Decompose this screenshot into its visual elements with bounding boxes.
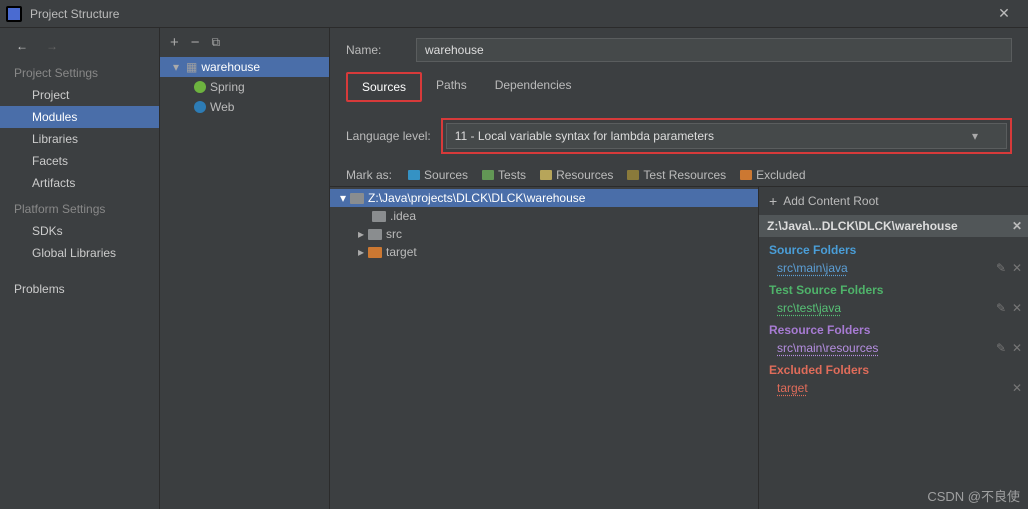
- excluded-folder-item[interactable]: target ✕: [759, 379, 1028, 397]
- excluded-folders-title: Excluded Folders: [759, 357, 1028, 379]
- add-content-root-icon[interactable]: +: [769, 193, 777, 209]
- remove-icon[interactable]: ✕: [1012, 381, 1022, 395]
- module-warehouse[interactable]: ▾ ▦ warehouse: [160, 57, 329, 77]
- excluded-folder-icon: [368, 247, 382, 258]
- folder-icon: [350, 193, 364, 204]
- mark-resources[interactable]: Resources: [540, 168, 613, 182]
- folder-icon: [372, 211, 386, 222]
- resource-folder-item[interactable]: src\main\resources ✎ ✕: [759, 339, 1028, 357]
- facet-web[interactable]: Web: [160, 97, 329, 117]
- add-content-root-label[interactable]: Add Content Root: [783, 194, 878, 208]
- tab-sources[interactable]: Sources: [346, 72, 422, 102]
- spring-icon: [194, 81, 206, 93]
- remove-icon[interactable]: ✕: [1012, 341, 1022, 355]
- content-root-pane: + Add Content Root Z:\Java\...DLCK\DLCK\…: [758, 187, 1028, 509]
- tree-target[interactable]: ▸ target: [330, 243, 758, 261]
- folder-icon: [368, 229, 382, 240]
- mark-excluded[interactable]: Excluded: [740, 168, 805, 182]
- module-list-pane: + − ⧉ ▾ ▦ warehouse Spring Web: [160, 28, 330, 509]
- test-folder-item[interactable]: src\test\java ✎ ✕: [759, 299, 1028, 317]
- remove-content-root-icon[interactable]: ✕: [1012, 219, 1022, 233]
- module-label: warehouse: [201, 60, 260, 74]
- tests-folder-icon: [482, 170, 494, 180]
- chevron-down-icon: ▾: [170, 60, 182, 74]
- mark-tests[interactable]: Tests: [482, 168, 526, 182]
- section-platform-settings: Platform Settings: [0, 194, 159, 220]
- module-name-input[interactable]: [416, 38, 1012, 62]
- forward-arrow-icon: →: [44, 38, 60, 54]
- edit-icon[interactable]: ✎: [996, 261, 1006, 275]
- mark-test-resources[interactable]: Test Resources: [627, 168, 726, 182]
- remove-icon[interactable]: ✕: [1012, 261, 1022, 275]
- language-level-combo[interactable]: 11 - Local variable syntax for lambda pa…: [446, 123, 1007, 149]
- tab-paths[interactable]: Paths: [422, 72, 481, 102]
- app-logo-icon: [6, 6, 22, 22]
- section-project-settings: Project Settings: [0, 58, 159, 84]
- resource-folders-title: Resource Folders: [759, 317, 1028, 339]
- nav-problems[interactable]: Problems: [0, 278, 159, 300]
- facet-spring[interactable]: Spring: [160, 77, 329, 97]
- language-level-highlight: 11 - Local variable syntax for lambda pa…: [441, 118, 1012, 154]
- content-root-path[interactable]: Z:\Java\...DLCK\DLCK\warehouse ✕: [759, 215, 1028, 237]
- excluded-folder-icon: [740, 170, 752, 180]
- nav-artifacts[interactable]: Artifacts: [0, 172, 159, 194]
- chevron-right-icon: ▸: [358, 227, 364, 241]
- mark-as-label: Mark as:: [346, 168, 392, 182]
- test-resources-folder-icon: [627, 170, 639, 180]
- nav-project[interactable]: Project: [0, 84, 159, 106]
- nav-modules[interactable]: Modules: [0, 106, 159, 128]
- nav-global-libraries[interactable]: Global Libraries: [0, 242, 159, 264]
- source-folders-title: Source Folders: [759, 237, 1028, 259]
- sources-folder-icon: [408, 170, 420, 180]
- chevron-right-icon: ▸: [358, 245, 364, 259]
- add-module-icon[interactable]: +: [170, 34, 179, 51]
- module-folder-icon: ▦: [186, 60, 197, 74]
- name-label: Name:: [346, 43, 406, 57]
- close-icon[interactable]: ✕: [986, 5, 1022, 22]
- source-folder-item[interactable]: src\main\java ✎ ✕: [759, 259, 1028, 277]
- nav-libraries[interactable]: Libraries: [0, 128, 159, 150]
- edit-icon[interactable]: ✎: [996, 301, 1006, 315]
- chevron-down-icon: ▾: [340, 191, 346, 205]
- resources-folder-icon: [540, 170, 552, 180]
- edit-icon[interactable]: ✎: [996, 341, 1006, 355]
- settings-sidebar: ← → Project Settings Project Modules Lib…: [0, 28, 160, 509]
- tree-idea[interactable]: .idea: [330, 207, 758, 225]
- mark-sources[interactable]: Sources: [408, 168, 468, 182]
- web-icon: [194, 101, 206, 113]
- nav-facets[interactable]: Facets: [0, 150, 159, 172]
- tree-src[interactable]: ▸ src: [330, 225, 758, 243]
- remove-module-icon[interactable]: −: [191, 34, 200, 51]
- tab-dependencies[interactable]: Dependencies: [481, 72, 586, 102]
- content-tree: ▾ Z:\Java\projects\DLCK\DLCK\warehouse .…: [330, 187, 758, 509]
- remove-icon[interactable]: ✕: [1012, 301, 1022, 315]
- copy-module-icon[interactable]: ⧉: [212, 35, 221, 50]
- window-title: Project Structure: [30, 7, 986, 21]
- test-folders-title: Test Source Folders: [759, 277, 1028, 299]
- language-level-label: Language level:: [346, 129, 431, 143]
- tree-root[interactable]: ▾ Z:\Java\projects\DLCK\DLCK\warehouse: [330, 189, 758, 207]
- back-arrow-icon[interactable]: ←: [14, 38, 30, 54]
- nav-sdks[interactable]: SDKs: [0, 220, 159, 242]
